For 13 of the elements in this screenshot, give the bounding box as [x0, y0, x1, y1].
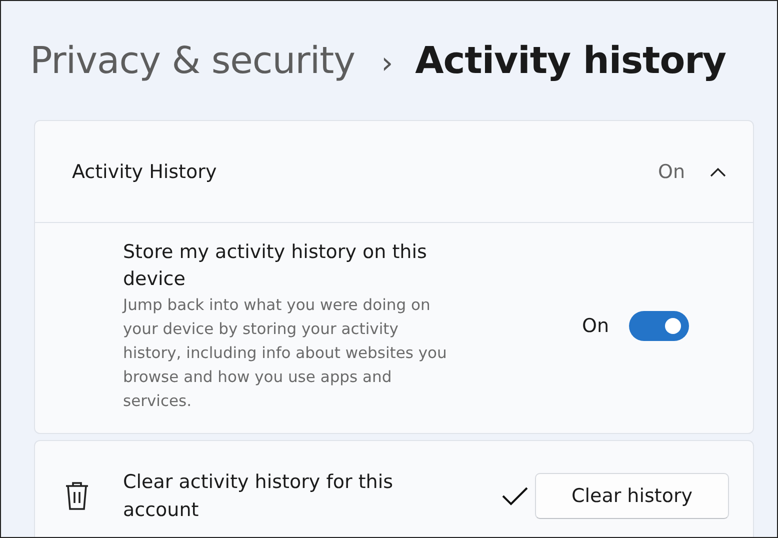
section-header[interactable]: Activity History On: [35, 121, 753, 223]
page-title: Activity history: [415, 39, 726, 82]
breadcrumb-parent[interactable]: Privacy & security: [30, 39, 356, 82]
section-status: On: [658, 160, 685, 182]
toggle-switch[interactable]: [629, 311, 689, 341]
setting-title: Store my activity history on this device: [123, 240, 428, 292]
section-title: Activity History: [72, 160, 218, 182]
breadcrumb-separator: ›: [381, 46, 394, 81]
setting-description: Jump back into what you were doing on your device by storing your activity history, including info about websites you browse and how you use apps and services.: [123, 295, 448, 412]
setting-title: Clear activity history for this account: [123, 470, 394, 523]
clear-history-button[interactable]: Clear history: [535, 473, 729, 519]
trash-icon: [64, 481, 90, 511]
toggle-state-label: On: [582, 315, 609, 337]
